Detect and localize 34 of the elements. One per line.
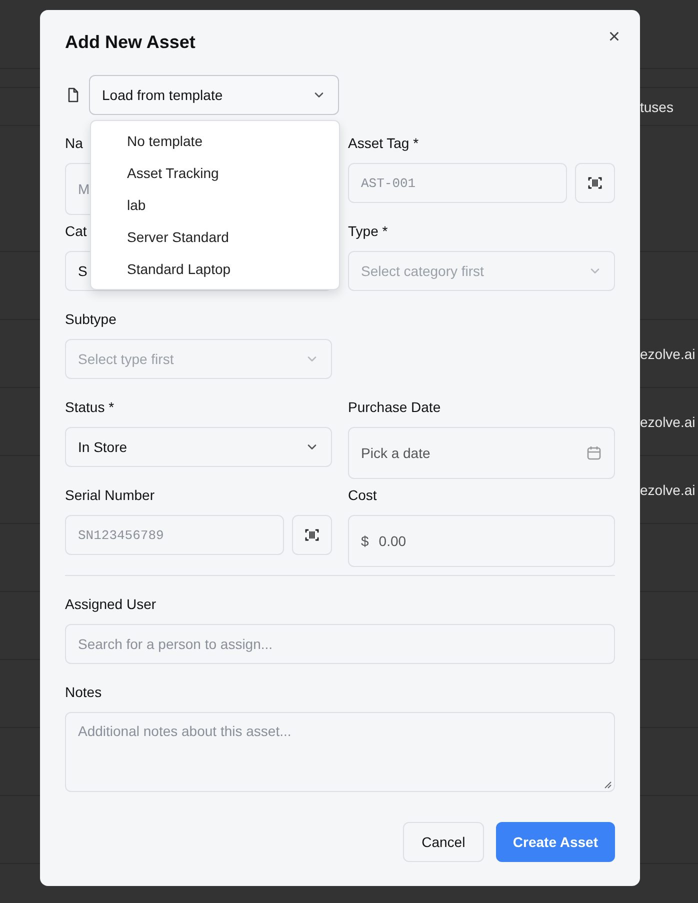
close-button[interactable]: × [604, 24, 624, 51]
cost-field[interactable]: $ 0.00 [348, 515, 615, 567]
field-label: Cat [65, 223, 87, 241]
menu-item[interactable]: Standard Laptop [95, 253, 335, 285]
field-label: Purchase Date [348, 399, 441, 417]
create-button[interactable]: Create Asset [496, 822, 615, 862]
cancel-button[interactable]: Cancel [402, 822, 484, 862]
menu-item[interactable]: lab [95, 189, 335, 221]
dialog-title: Add New Asset [65, 32, 196, 53]
field-label: Notes [65, 684, 102, 702]
scan-icon [587, 175, 603, 191]
menu-item[interactable]: Server Standard [95, 221, 335, 253]
field-label: Cost [348, 487, 377, 505]
table-cell: ezolve.ai [640, 414, 696, 430]
field-label: Status * [65, 399, 114, 417]
scan-icon [304, 527, 320, 543]
column-header: tuses [640, 98, 674, 114]
field-label: Assigned User [65, 596, 156, 614]
table-cell: ezolve.ai [640, 482, 696, 498]
scan-button[interactable] [575, 163, 615, 203]
menu-item[interactable]: Asset Tracking [95, 157, 335, 189]
field-label: Na [65, 135, 83, 153]
menu-item[interactable]: No template [95, 125, 335, 157]
table-cell: ezolve.ai [640, 346, 696, 362]
field-label: Serial Number [65, 487, 154, 505]
field-label: Type * [348, 223, 388, 241]
scan-button[interactable] [292, 515, 332, 555]
template-select[interactable]: Load from template [89, 75, 339, 115]
date-field[interactable]: Pick a date [348, 427, 615, 479]
field-label: Subtype [65, 311, 116, 329]
select-field[interactable]: In Store [65, 427, 332, 467]
calendar-icon [586, 445, 602, 461]
field-label: Asset Tag * [348, 135, 419, 153]
resize-grip-icon[interactable] [604, 781, 612, 789]
